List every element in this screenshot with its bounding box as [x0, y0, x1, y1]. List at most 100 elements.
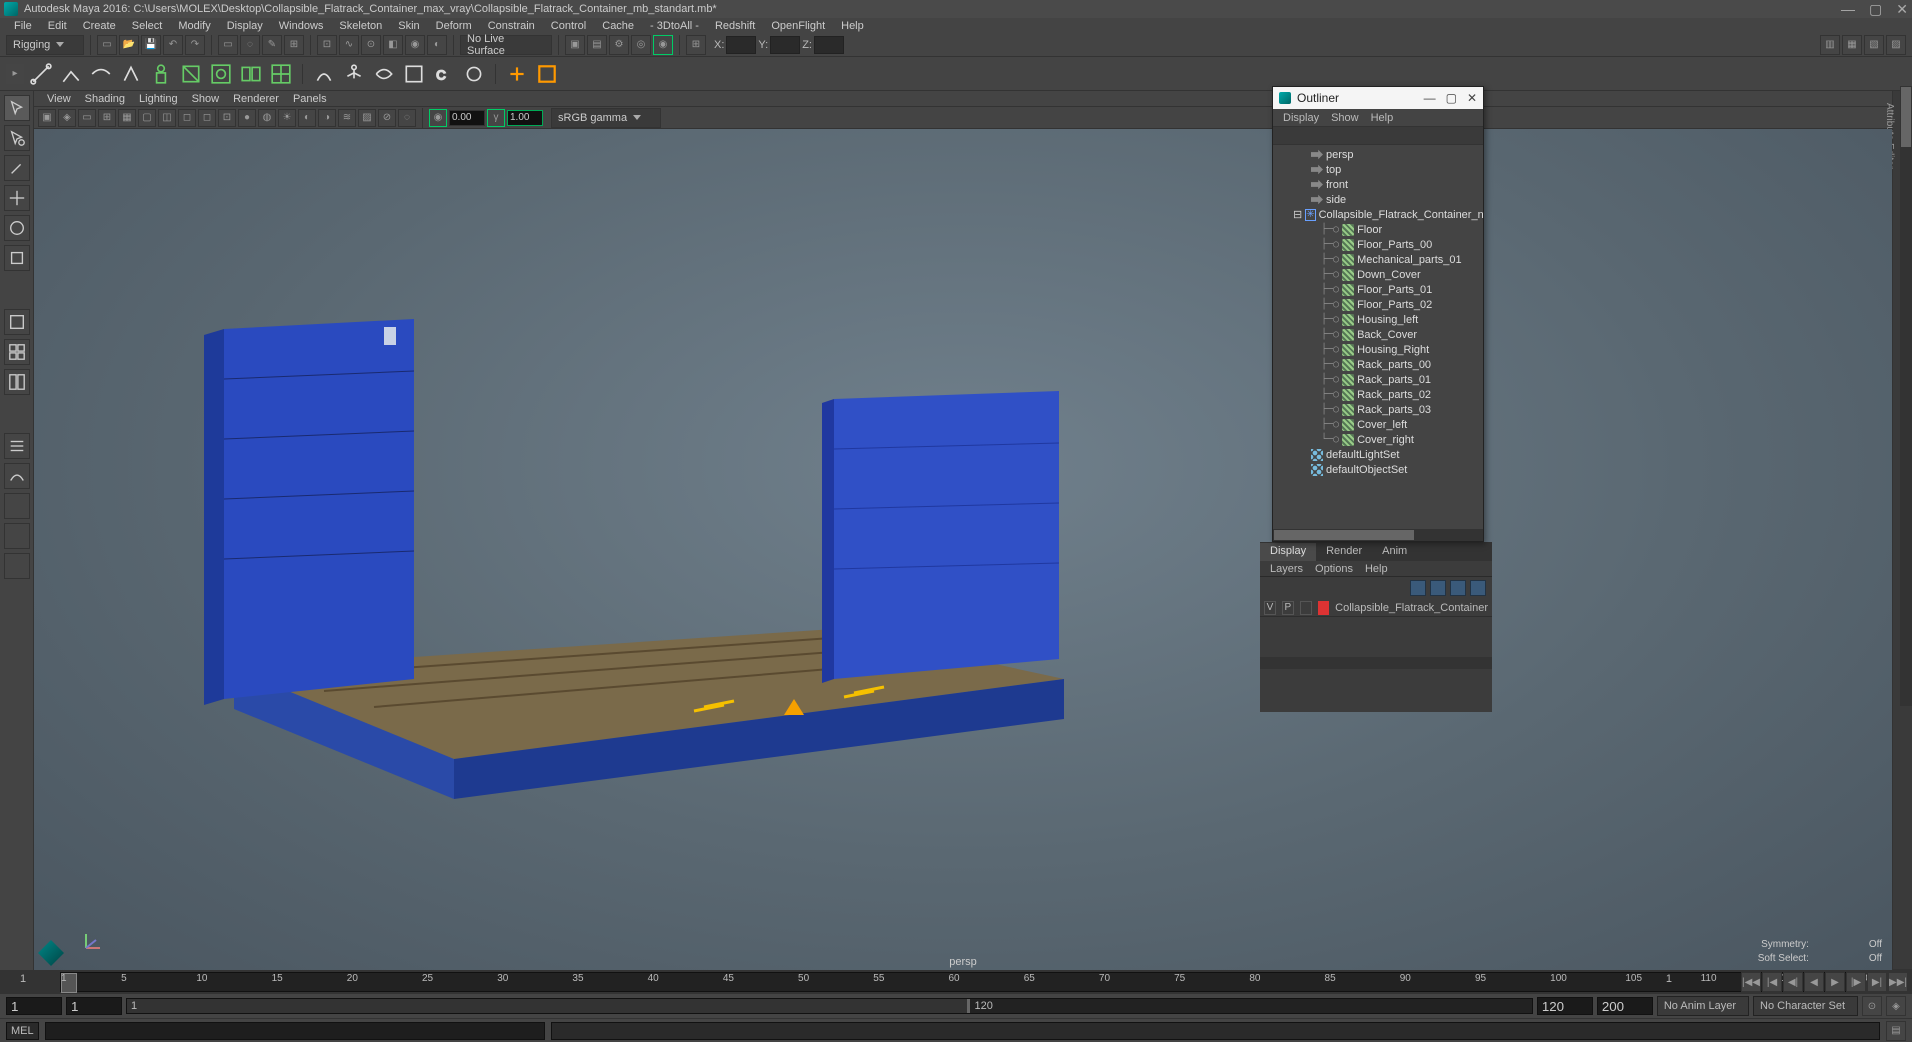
ik-spline-icon[interactable]: [88, 61, 114, 87]
layer-display-type[interactable]: [1300, 601, 1312, 615]
outliner-toggle[interactable]: [4, 433, 30, 459]
outliner-search[interactable]: [1273, 127, 1483, 145]
range-start-inner-field[interactable]: [66, 997, 122, 1015]
move-layer-up-icon[interactable]: [1410, 580, 1426, 596]
vp-gate-mask-icon[interactable]: ◫: [158, 109, 176, 127]
scale-tool[interactable]: [4, 245, 30, 271]
range-end-outer-field[interactable]: [1597, 997, 1653, 1015]
orient-joint-icon[interactable]: [118, 61, 144, 87]
blend-shape-icon[interactable]: [371, 61, 397, 87]
select-mode-button[interactable]: ▭: [218, 35, 238, 55]
vp-wireframe-icon[interactable]: ⊡: [218, 109, 236, 127]
outliner-maximize-button[interactable]: ▢: [1446, 91, 1457, 105]
snap-view-button[interactable]: ◐: [427, 35, 447, 55]
goto-start-button[interactable]: |◀◀: [1741, 972, 1761, 992]
v-shadows-icon[interactable]: ◐: [298, 109, 316, 127]
render-view-button[interactable]: ◉: [653, 35, 673, 55]
panel-layout-button[interactable]: ⊞: [686, 35, 706, 55]
toggle-modeling-toolkit-button[interactable]: ▨: [1886, 35, 1906, 55]
outliner-node[interactable]: └─○ Cover_right: [1273, 432, 1483, 447]
outliner-node[interactable]: ├─○ Housing_left: [1273, 312, 1483, 327]
vp-camera-icon[interactable]: ▣: [38, 109, 56, 127]
ik-handle-icon[interactable]: [58, 61, 84, 87]
right-scrollbar[interactable]: [1900, 86, 1912, 706]
paint-select-button[interactable]: ✎: [262, 35, 282, 55]
outliner-menu-show[interactable]: Show: [1325, 112, 1365, 124]
layer-menu-options[interactable]: Options: [1309, 563, 1359, 575]
outliner-close-button[interactable]: ✕: [1467, 91, 1477, 105]
smooth-weights-icon[interactable]: [268, 61, 294, 87]
snap-point-button[interactable]: ⊙: [361, 35, 381, 55]
quick-rig-icon[interactable]: [311, 61, 337, 87]
vp-grid-icon[interactable]: ⊞: [98, 109, 116, 127]
outliner-node[interactable]: persp: [1273, 147, 1483, 162]
play-backward-button[interactable]: ◀: [1804, 972, 1824, 992]
vp-gamma-field[interactable]: [507, 110, 543, 126]
collapse-icon[interactable]: ⊟: [1293, 208, 1302, 221]
outliner-node[interactable]: ⊟Collapsible_Flatrack_Container_ncl1_: [1273, 207, 1483, 222]
coord-x-field[interactable]: [726, 36, 756, 54]
character-set-dropdown[interactable]: No Character Set: [1753, 996, 1858, 1016]
paint-select-tool[interactable]: [4, 155, 30, 181]
outliner-node[interactable]: ├─○ Down_Cover: [1273, 267, 1483, 282]
time-ruler[interactable]: 1510152025303540455055606570758085909510…: [60, 972, 1852, 992]
select-hierarchy-button[interactable]: ⊞: [284, 35, 304, 55]
outliner-hscroll[interactable]: [1273, 529, 1483, 541]
outliner-menu-help[interactable]: Help: [1365, 112, 1400, 124]
vp-exposure-icon[interactable]: ◉: [429, 109, 447, 127]
toggle-tooltips-button[interactable]: ▦: [1842, 35, 1862, 55]
ipr-button[interactable]: ▤: [587, 35, 607, 55]
outliner-node[interactable]: ├─○ Rack_parts_03: [1273, 402, 1483, 417]
graph-editor-toggle[interactable]: [4, 463, 30, 489]
move-tool[interactable]: [4, 185, 30, 211]
vp-aa-icon[interactable]: ▨: [358, 109, 376, 127]
vp-shaded-icon[interactable]: ●: [238, 109, 256, 127]
snap-curve-button[interactable]: ∿: [339, 35, 359, 55]
menu-control[interactable]: Control: [543, 20, 594, 32]
humanik-icon[interactable]: [341, 61, 367, 87]
time-slider[interactable]: 1 15101520253035404550556065707580859095…: [0, 970, 1912, 994]
outliner-node[interactable]: ├─○ Mechanical_parts_01: [1273, 252, 1483, 267]
redo-button[interactable]: ↷: [185, 35, 205, 55]
move-layer-down-icon[interactable]: [1430, 580, 1446, 596]
auto-key-button[interactable]: ⊙: [1862, 996, 1882, 1016]
save-scene-button[interactable]: 💾: [141, 35, 161, 55]
goto-end-button[interactable]: ▶▶|: [1888, 972, 1908, 992]
outliner-node[interactable]: defaultLightSet: [1273, 447, 1483, 462]
four-pane-layout[interactable]: [4, 339, 30, 365]
lasso-tool[interactable]: [4, 125, 30, 151]
layer-color-swatch[interactable]: [1318, 601, 1330, 615]
toggle-attribute-editor-button[interactable]: ▧: [1864, 35, 1884, 55]
layer-tab-render[interactable]: Render: [1316, 543, 1372, 561]
menu-create[interactable]: Create: [75, 20, 124, 32]
vp-film-gate-icon[interactable]: ▦: [118, 109, 136, 127]
render-settings-button[interactable]: ⚙: [609, 35, 629, 55]
menu-constrain[interactable]: Constrain: [480, 20, 543, 32]
new-scene-button[interactable]: ▭: [97, 35, 117, 55]
outliner-node[interactable]: ├─○ Floor_Parts_02: [1273, 297, 1483, 312]
coord-y-field[interactable]: [770, 36, 800, 54]
vp-safe-action-icon[interactable]: ◻: [178, 109, 196, 127]
menu-windows[interactable]: Windows: [271, 20, 332, 32]
range-track[interactable]: 1120: [126, 998, 1533, 1014]
close-button[interactable]: ✕: [1896, 1, 1908, 18]
vp-motion-blur-icon[interactable]: ≋: [338, 109, 356, 127]
script-editor-button[interactable]: ▤: [1886, 1021, 1906, 1041]
outliner-node[interactable]: ├─○ Floor_Parts_00: [1273, 237, 1483, 252]
menu-skin[interactable]: Skin: [390, 20, 427, 32]
range-end-inner-field[interactable]: [1537, 997, 1593, 1015]
outliner-node[interactable]: defaultObjectSet: [1273, 462, 1483, 477]
vp-bookmark-icon[interactable]: ◈: [58, 109, 76, 127]
vp-resolution-gate-icon[interactable]: ▢: [138, 109, 156, 127]
layer-menu-layers[interactable]: Layers: [1264, 563, 1309, 575]
vp-image-plane-icon[interactable]: ▭: [78, 109, 96, 127]
menu-cache[interactable]: Cache: [594, 20, 642, 32]
menu-deform[interactable]: Deform: [428, 20, 480, 32]
outliner-titlebar[interactable]: Outliner — ▢ ✕: [1273, 87, 1483, 109]
vp-exposure-field[interactable]: [449, 110, 485, 126]
constraint-parent-icon[interactable]: [504, 61, 530, 87]
layer-menu-help[interactable]: Help: [1359, 563, 1394, 575]
vpmenu-renderer[interactable]: Renderer: [226, 93, 286, 105]
vp-safe-title-icon[interactable]: ◻: [198, 109, 216, 127]
minimize-button[interactable]: —: [1841, 1, 1855, 18]
